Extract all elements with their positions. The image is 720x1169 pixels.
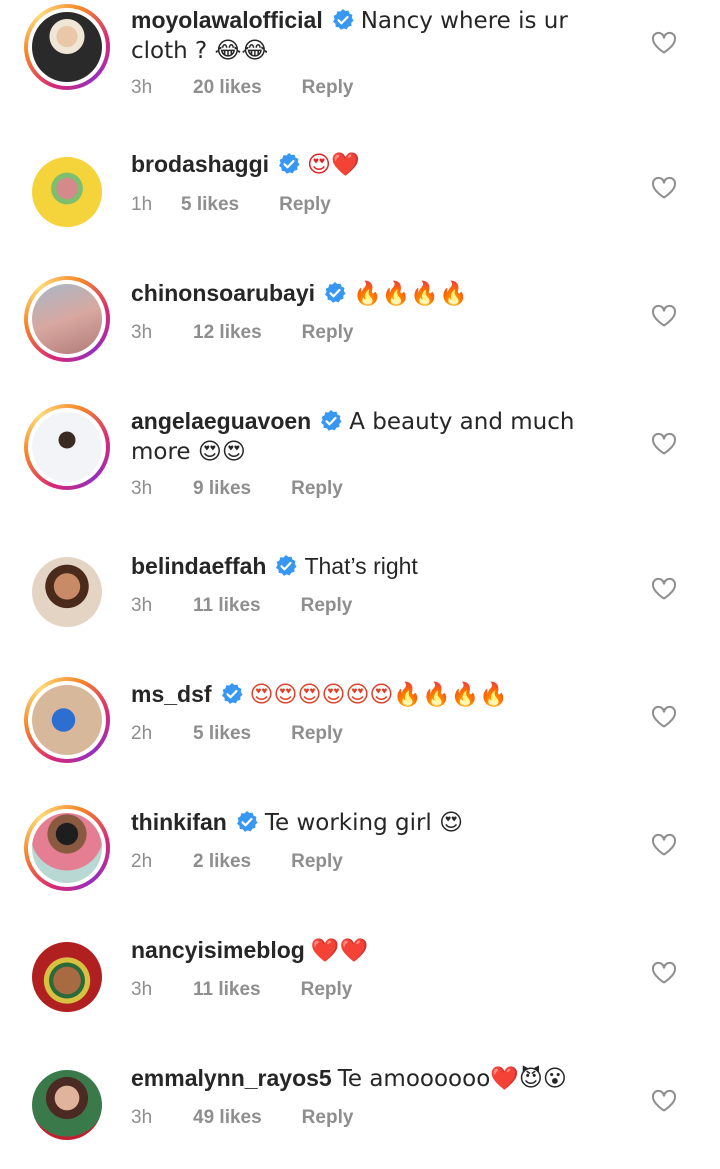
reply-button[interactable]: Reply: [301, 979, 353, 1001]
comment-text: 😍❤️: [307, 152, 360, 178]
avatar-wrap[interactable]: [24, 549, 110, 635]
verified-badge-icon: [325, 282, 346, 303]
heart-outline-icon[interactable]: [651, 31, 677, 55]
verified-badge-icon: [279, 153, 300, 174]
comment-text: ❤️❤️: [310, 938, 369, 964]
comment-meta: 2h 2 likes Reply: [131, 851, 343, 873]
verified-badge-icon: [221, 683, 243, 704]
comment-time: 3h: [131, 979, 153, 1000]
verified-badge-icon: [321, 410, 342, 431]
comment-username[interactable]: emmalynn_rayos5: [131, 1065, 332, 1091]
comment-username[interactable]: ms_dsf: [131, 681, 212, 707]
comment-meta: 2h 5 likes Reply: [131, 723, 343, 745]
verified-badge-icon: [332, 9, 354, 30]
comment-time: 3h: [131, 1107, 153, 1128]
reply-button[interactable]: Reply: [302, 77, 354, 99]
comment-likes[interactable]: 11 likes: [193, 979, 261, 1001]
comment-text: Te amoooooo❤️😈😮: [337, 1066, 567, 1092]
avatar-wrap[interactable]: [24, 1062, 110, 1148]
comment-username[interactable]: angelaeguavoen: [131, 408, 311, 434]
reply-button[interactable]: Reply: [291, 478, 343, 500]
comment-text: 😍😍😍😍😍😍🔥🔥🔥🔥: [249, 682, 508, 708]
reply-button[interactable]: Reply: [279, 194, 331, 216]
avatar-story-ring[interactable]: [24, 276, 110, 362]
comment-likes[interactable]: 49 likes: [193, 1107, 262, 1129]
avatar[interactable]: [32, 557, 102, 627]
comment-time: 1h: [131, 194, 153, 215]
comment-likes[interactable]: 20 likes: [193, 77, 262, 99]
reply-button[interactable]: Reply: [301, 595, 353, 617]
comment-username[interactable]: brodashaggi: [131, 151, 269, 177]
avatar[interactable]: [32, 12, 102, 82]
avatar-story-ring[interactable]: [24, 805, 110, 891]
avatar-wrap[interactable]: [24, 934, 110, 1020]
reply-button[interactable]: Reply: [302, 1107, 354, 1129]
avatar-story-ring[interactable]: [24, 404, 110, 490]
comment-username[interactable]: thinkifan: [131, 809, 227, 835]
avatar-wrap[interactable]: [24, 149, 110, 235]
heart-outline-icon[interactable]: [651, 432, 677, 456]
comment-time: 3h: [131, 322, 153, 343]
heart-outline-icon[interactable]: [651, 833, 677, 857]
comment-time: 2h: [131, 723, 153, 744]
verified-badge-icon: [276, 555, 298, 576]
avatar[interactable]: [32, 284, 102, 354]
heart-outline-icon[interactable]: [651, 176, 677, 200]
comment-time: 3h: [131, 478, 153, 499]
comment-likes[interactable]: 5 likes: [193, 723, 251, 745]
comment-text: That’s right: [304, 553, 418, 579]
avatar[interactable]: [32, 685, 102, 755]
avatar[interactable]: [32, 412, 102, 482]
comment-likes[interactable]: 9 likes: [193, 478, 251, 500]
comment-username[interactable]: nancyisimeblog: [131, 937, 305, 963]
comment-likes[interactable]: 5 likes: [181, 194, 239, 216]
comment-meta: 3h 11 likes Reply: [131, 979, 352, 1001]
heart-outline-icon[interactable]: [651, 961, 677, 985]
comment-meta: 1h 5 likes Reply: [131, 194, 331, 216]
comment-likes[interactable]: 2 likes: [193, 851, 251, 873]
comment-meta: 3h 9 likes Reply: [131, 478, 343, 500]
comment-likes[interactable]: 11 likes: [193, 595, 261, 617]
reply-button[interactable]: Reply: [302, 322, 354, 344]
heart-outline-icon[interactable]: [651, 705, 677, 729]
comment-username[interactable]: chinonsoarubayi: [131, 280, 315, 306]
avatar[interactable]: [32, 1070, 102, 1140]
comment-text: 🔥🔥🔥🔥: [353, 281, 468, 307]
reply-button[interactable]: Reply: [291, 723, 343, 745]
comment-meta: 3h 49 likes Reply: [131, 1107, 353, 1129]
avatar-story-ring[interactable]: [24, 677, 110, 763]
avatar-story-ring[interactable]: [24, 4, 110, 90]
comment-text: Te working girl 😍: [264, 810, 464, 836]
comment-time: 3h: [131, 77, 153, 98]
comment-meta: 3h 20 likes Reply: [131, 77, 353, 99]
comment-username[interactable]: moyolawalofficial: [131, 7, 323, 33]
reply-button[interactable]: Reply: [291, 851, 343, 873]
avatar[interactable]: [32, 942, 102, 1012]
comment-time: 3h: [131, 595, 153, 616]
comment-meta: 3h 11 likes Reply: [131, 595, 352, 617]
comment-username[interactable]: belindaeffah: [131, 553, 266, 579]
heart-outline-icon[interactable]: [651, 304, 677, 328]
heart-outline-icon[interactable]: [651, 577, 677, 601]
comment-time: 2h: [131, 851, 153, 872]
comment-likes[interactable]: 12 likes: [193, 322, 262, 344]
avatar[interactable]: [32, 157, 102, 227]
comment-meta: 3h 12 likes Reply: [131, 322, 353, 344]
heart-outline-icon[interactable]: [651, 1089, 677, 1113]
avatar[interactable]: [32, 813, 102, 883]
verified-badge-icon: [236, 811, 258, 832]
